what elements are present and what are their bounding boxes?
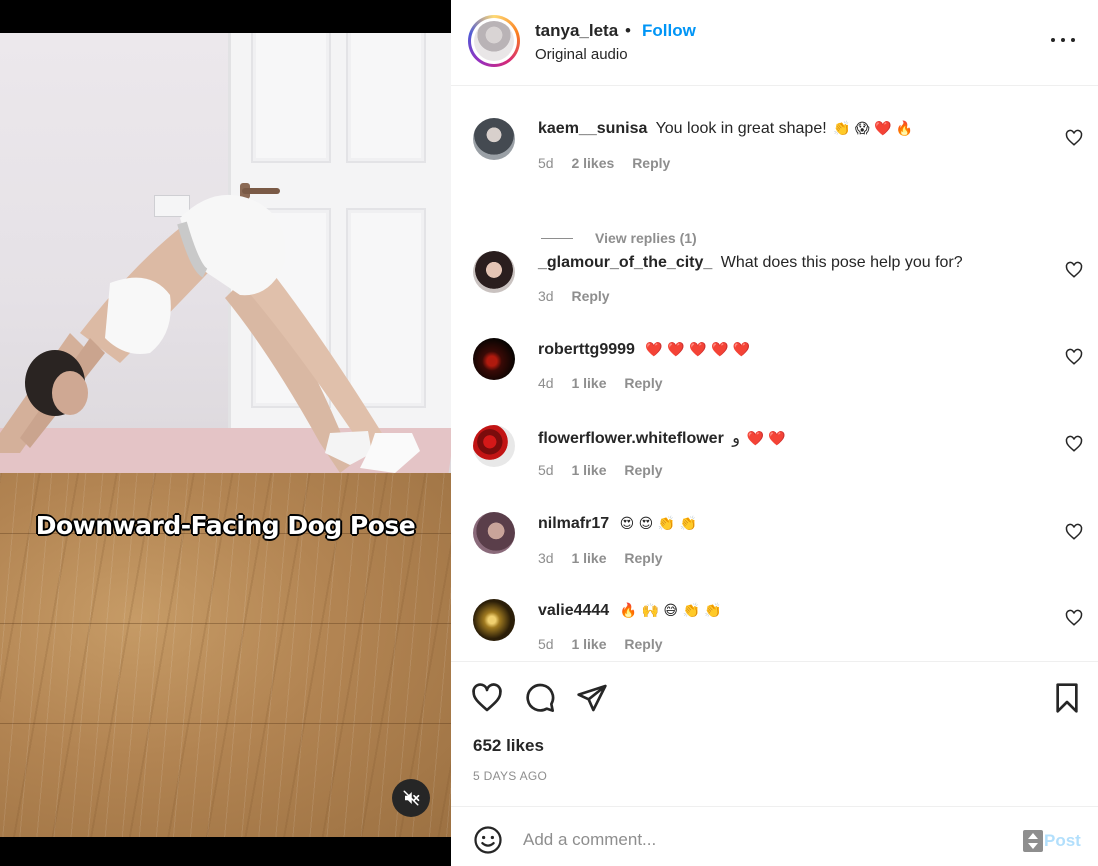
send-icon[interactable] [576, 682, 608, 714]
post-dialog: Downward-Facing Dog Pose tanya_leta • Fo… [0, 0, 1098, 866]
comment-age[interactable]: 5d [538, 636, 554, 652]
comment-likes[interactable]: 1 like [571, 375, 606, 391]
view-replies-button[interactable]: View replies (1) [541, 230, 697, 246]
comment-text: What does this pose help you for? [720, 254, 963, 271]
comment-age[interactable]: 3d [538, 288, 554, 304]
comment-text: You look in great shape! [655, 120, 827, 137]
comment-likes[interactable]: 2 likes [571, 155, 614, 171]
reply-button[interactable]: Reply [624, 550, 662, 566]
reply-button[interactable]: Reply [624, 375, 662, 391]
reply-button[interactable]: Reply [632, 155, 670, 171]
comment-age[interactable]: 5d [538, 155, 554, 171]
commenter-avatar[interactable] [473, 425, 515, 467]
comment-age[interactable]: 5d [538, 462, 554, 478]
comment-input[interactable] [523, 825, 1003, 855]
video-player[interactable]: Downward-Facing Dog Pose [0, 33, 451, 837]
comment-like-icon[interactable] [1065, 129, 1083, 147]
comment-emoji: 😍 😍 👏 👏 [619, 516, 697, 532]
commenter-username[interactable]: kaem__sunisa [538, 120, 647, 137]
post-actions: 652 likes 5 DAYS AGO [451, 661, 1098, 806]
comment-age[interactable]: 4d [538, 375, 554, 391]
audio-link[interactable]: Original audio [535, 46, 628, 63]
commenter-avatar[interactable] [473, 118, 515, 160]
heart-icon[interactable] [471, 682, 503, 714]
bookmark-icon[interactable] [1051, 682, 1083, 714]
commenter-username[interactable]: roberttg9999 [538, 341, 635, 358]
commenter-avatar[interactable] [473, 338, 515, 380]
reply-button[interactable]: Reply [624, 462, 662, 478]
commenter-username[interactable]: _glamour_of_the_city_ [538, 254, 712, 271]
comment-like-icon[interactable] [1065, 523, 1083, 541]
likes-count[interactable]: 652 likes [473, 736, 544, 756]
post-side-panel: tanya_leta • Follow Original audio kaem_… [451, 0, 1098, 866]
comment-emoji: ❤️ ❤️ ❤️ ❤️ ❤️ [645, 342, 751, 358]
commenter-avatar[interactable] [473, 599, 515, 641]
header-separator: • [625, 21, 631, 40]
comment-likes[interactable]: 1 like [571, 550, 606, 566]
comment-emoji: 🔥 🙌 😅 👏 👏 [619, 603, 722, 619]
comment-emoji: ❤️ ❤️ [746, 431, 786, 447]
comment-like-icon[interactable] [1065, 348, 1083, 366]
smiley-icon[interactable] [473, 825, 503, 855]
comment-text: و [732, 430, 740, 447]
comment-icon[interactable] [524, 682, 556, 714]
post-header: tanya_leta • Follow Original audio [451, 0, 1098, 86]
comments-list[interactable]: kaem__sunisa You look in great shape! 👏 … [451, 87, 1098, 661]
person-figure [0, 194, 420, 473]
comment-like-icon[interactable] [1065, 435, 1083, 453]
commenter-avatar[interactable] [473, 251, 515, 293]
commenter-avatar[interactable] [473, 512, 515, 554]
commenter-username[interactable]: valie4444 [538, 602, 609, 619]
post-comment-button[interactable]: Post [1044, 831, 1081, 851]
commenter-username[interactable]: nilmafr17 [538, 515, 609, 532]
comment-like-icon[interactable] [1065, 609, 1083, 627]
author-avatar[interactable] [468, 15, 520, 67]
volume-muted-icon [403, 790, 420, 806]
resize-handle-icon[interactable] [1023, 830, 1043, 852]
comment-emoji: 👏 😱 ❤️ 🔥 [833, 121, 914, 137]
comment-like-icon[interactable] [1065, 261, 1083, 279]
mute-button[interactable] [392, 779, 430, 817]
commenter-username[interactable]: flowerflower.whiteflower [538, 430, 724, 447]
comment-likes[interactable]: 1 like [571, 462, 606, 478]
follow-button[interactable]: Follow [642, 21, 696, 41]
media-pane: Downward-Facing Dog Pose [0, 0, 451, 866]
more-options-icon[interactable] [1051, 30, 1075, 50]
post-date[interactable]: 5 DAYS AGO [473, 769, 547, 783]
reply-button[interactable]: Reply [571, 288, 609, 304]
add-comment-bar: Post [451, 806, 1098, 866]
reply-button[interactable]: Reply [624, 636, 662, 652]
comment-age[interactable]: 3d [538, 550, 554, 566]
video-caption-overlay: Downward-Facing Dog Pose [35, 511, 416, 540]
author-username[interactable]: tanya_leta [535, 21, 618, 41]
comment-likes[interactable]: 1 like [571, 636, 606, 652]
